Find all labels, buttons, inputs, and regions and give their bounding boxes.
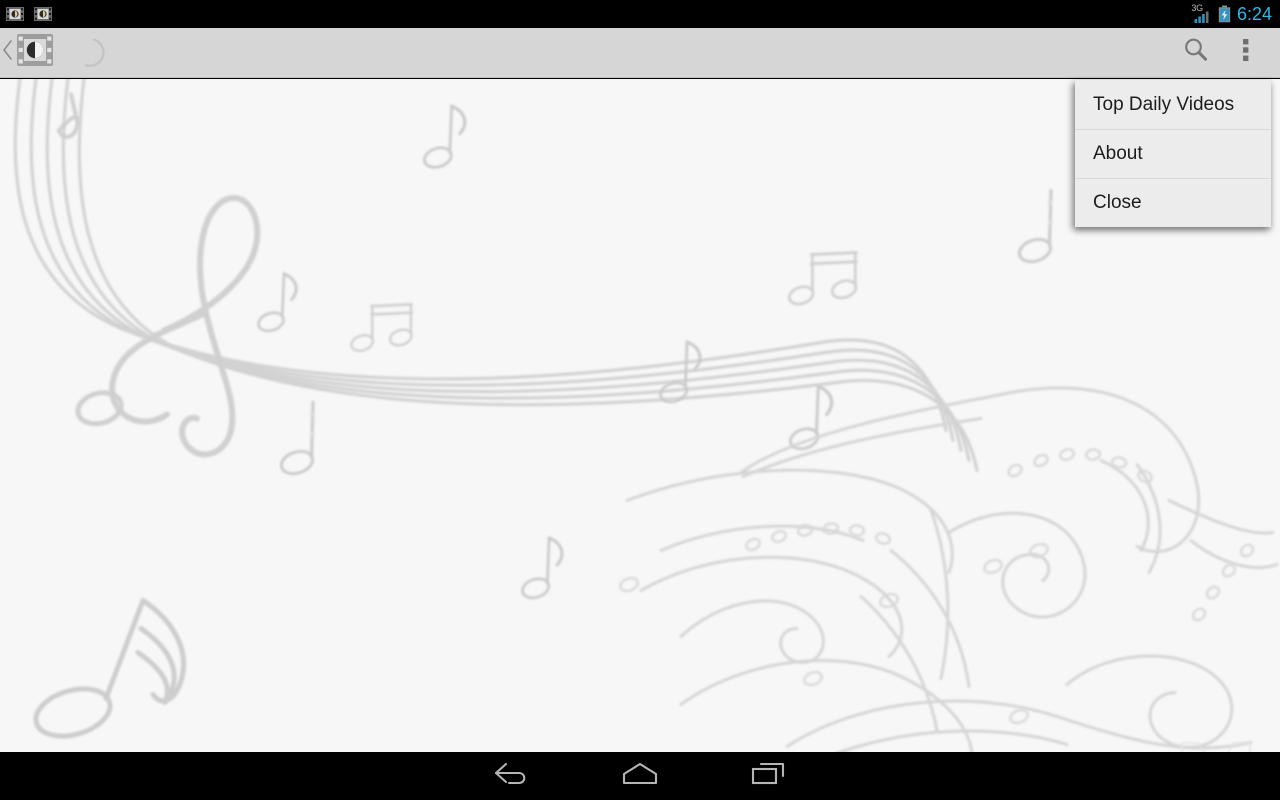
navigation-bar (0, 752, 1280, 800)
status-bar: 3G 6:24 (0, 0, 1280, 28)
status-system-icons[interactable]: 3G 6:24 (1191, 4, 1280, 24)
menu-item-close[interactable]: Close (1075, 178, 1271, 227)
recent-apps-icon (750, 760, 786, 793)
nav-back-button[interactable] (448, 752, 576, 800)
film-play-icon (13, 28, 57, 77)
android-tablet-screen: 3G 6:24 Top Daily Videos About Close (0, 0, 1280, 800)
status-notifications[interactable] (0, 4, 53, 24)
search-icon (1181, 35, 1211, 70)
menu-item-top-daily-videos[interactable]: Top Daily Videos (1075, 80, 1271, 129)
nav-home-button[interactable] (576, 752, 704, 800)
video-notification-icon (5, 4, 25, 24)
back-arrow-icon (493, 760, 531, 793)
overflow-popup-menu: Top Daily Videos About Close (1075, 80, 1271, 227)
action-bar-right (1166, 28, 1280, 78)
nav-recents-button[interactable] (704, 752, 832, 800)
app-logo-button[interactable] (12, 30, 58, 76)
action-bar-left (0, 28, 110, 78)
loading-spinner-icon (78, 37, 110, 69)
home-icon (620, 761, 660, 792)
overflow-menu-icon (1242, 36, 1250, 69)
back-chevron-icon (2, 39, 13, 66)
video-notification-icon (33, 4, 53, 24)
menu-item-about[interactable]: About (1075, 129, 1271, 178)
status-clock: 6:24 (1236, 4, 1272, 24)
signal-bars-icon: 3G (1191, 4, 1212, 23)
battery-charging-icon (1218, 5, 1231, 23)
action-bar (0, 28, 1280, 78)
overflow-menu-button[interactable] (1226, 28, 1266, 78)
search-button[interactable] (1166, 28, 1226, 78)
